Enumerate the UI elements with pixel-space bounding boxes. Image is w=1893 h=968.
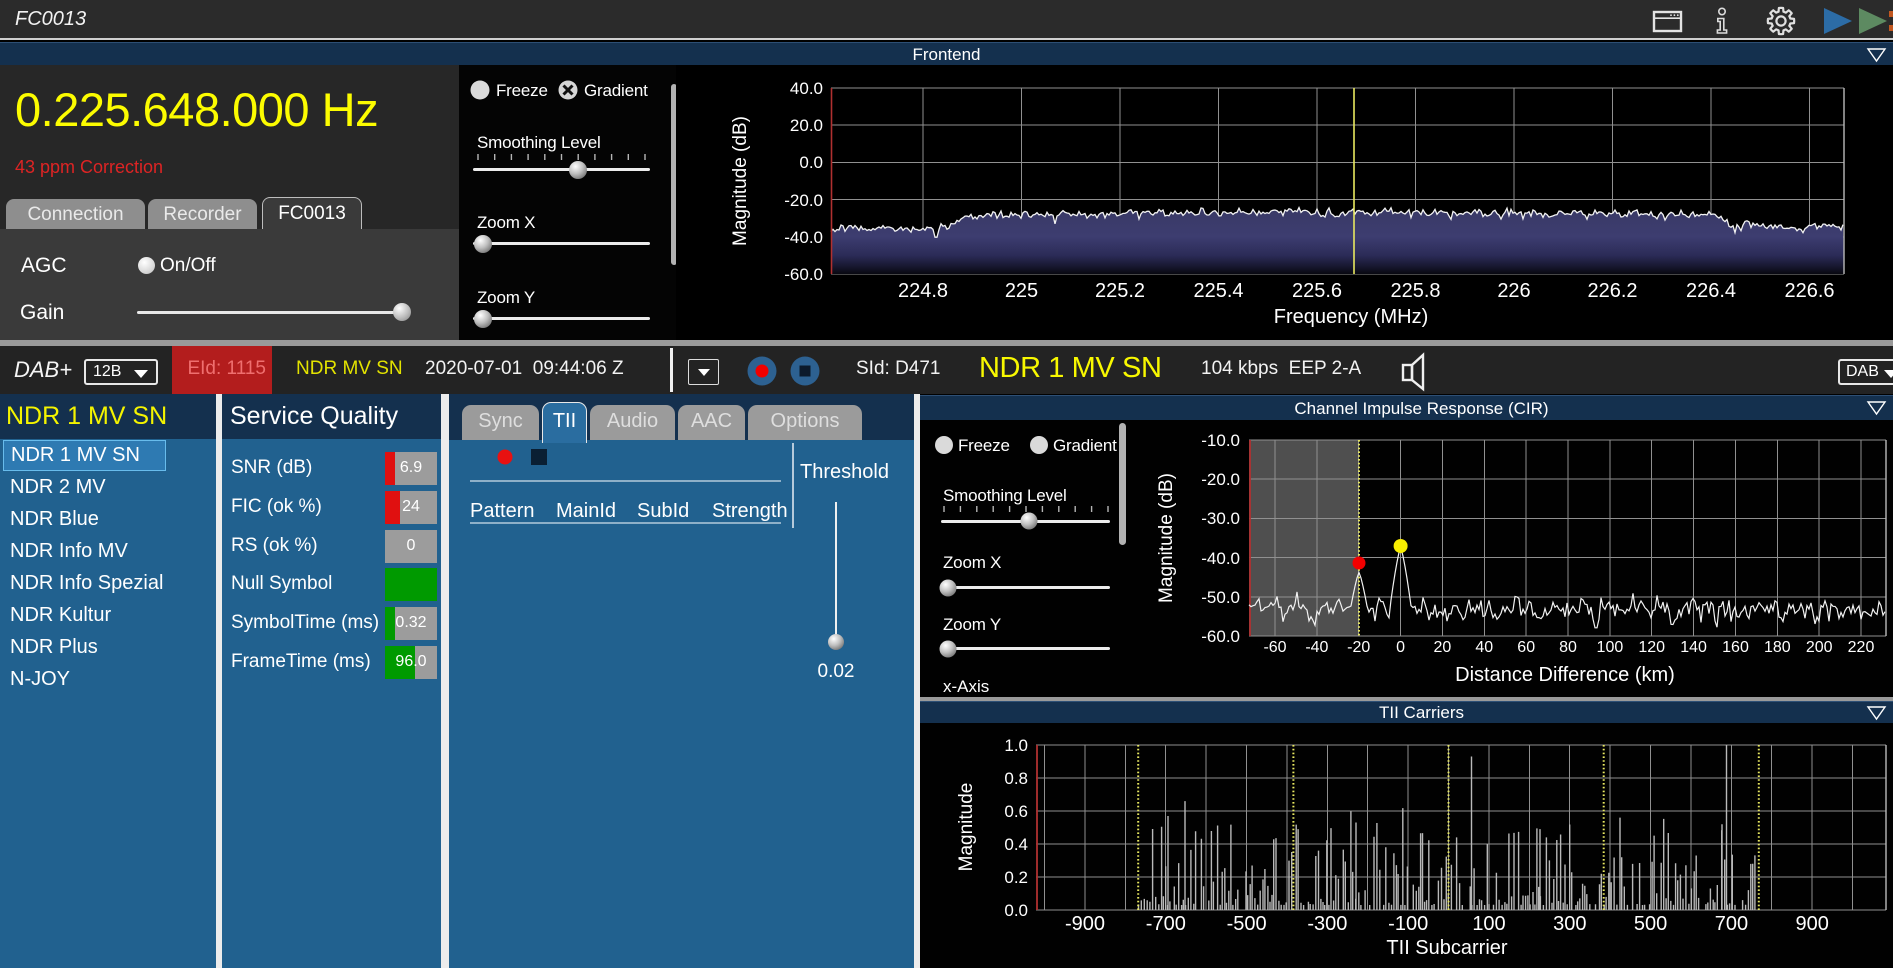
svg-text:900: 900 (1796, 913, 1829, 935)
svg-text:Frequency (MHz): Frequency (MHz) (1274, 306, 1428, 328)
svg-text:0.6: 0.6 (1004, 802, 1028, 821)
svg-text:100: 100 (1597, 639, 1624, 656)
svg-text:0.2: 0.2 (1004, 868, 1028, 887)
svg-text:225.6: 225.6 (1292, 280, 1342, 302)
svg-text:-60: -60 (1263, 639, 1286, 656)
svg-text:40.0: 40.0 (790, 79, 823, 98)
svg-text:1.0: 1.0 (1004, 736, 1028, 755)
svg-text:225: 225 (1005, 280, 1038, 302)
svg-text:-40: -40 (1305, 639, 1328, 656)
svg-text:0.8: 0.8 (1004, 769, 1028, 788)
svg-text:-60.0: -60.0 (784, 265, 823, 284)
svg-text:-20.0: -20.0 (1201, 470, 1240, 489)
svg-text:Magnitude: Magnitude (956, 783, 977, 872)
svg-text:180: 180 (1764, 639, 1791, 656)
svg-text:-500: -500 (1227, 913, 1267, 935)
svg-text:-700: -700 (1146, 913, 1186, 935)
svg-text:225.4: 225.4 (1193, 280, 1243, 302)
svg-text:-30.0: -30.0 (1201, 509, 1240, 528)
svg-text:-300: -300 (1307, 913, 1347, 935)
svg-text:0.4: 0.4 (1004, 835, 1028, 854)
svg-text:Smoothing Level: Smoothing Level (477, 133, 601, 152)
svg-text:225.2: 225.2 (1095, 280, 1145, 302)
svg-text:SubId: SubId (637, 500, 689, 522)
svg-text:-40.0: -40.0 (1201, 549, 1240, 568)
svg-text:Gradient: Gradient (584, 81, 648, 100)
svg-text:-100: -100 (1388, 913, 1428, 935)
svg-text:120: 120 (1638, 639, 1665, 656)
svg-text:100: 100 (1472, 913, 1505, 935)
svg-text:60: 60 (1517, 639, 1535, 656)
svg-text:80: 80 (1559, 639, 1577, 656)
svg-text:700: 700 (1715, 913, 1748, 935)
svg-text:300: 300 (1553, 913, 1586, 935)
svg-text:TII Subcarrier: TII Subcarrier (1386, 937, 1507, 959)
svg-text:225.8: 225.8 (1390, 280, 1440, 302)
svg-text:160: 160 (1722, 639, 1749, 656)
svg-text:-900: -900 (1065, 913, 1105, 935)
svg-text:Magnitude (dB): Magnitude (dB) (730, 116, 751, 246)
svg-text:Threshold: Threshold (800, 461, 889, 483)
svg-text:Zoom Y: Zoom Y (477, 288, 535, 307)
svg-text:226.4: 226.4 (1686, 280, 1736, 302)
svg-text:-60.0: -60.0 (1201, 627, 1240, 646)
svg-text:-50.0: -50.0 (1201, 588, 1240, 607)
svg-text:0: 0 (1396, 639, 1405, 656)
svg-text:MainId: MainId (556, 500, 616, 522)
svg-text:-10.0: -10.0 (1201, 431, 1240, 450)
svg-text:0.0: 0.0 (1004, 901, 1028, 920)
svg-text:20: 20 (1434, 639, 1452, 656)
svg-text:40: 40 (1475, 639, 1493, 656)
svg-text:-40.0: -40.0 (784, 228, 823, 247)
svg-text:Distance Difference (km): Distance Difference (km) (1455, 664, 1675, 686)
svg-text:226: 226 (1497, 280, 1530, 302)
svg-text:0.0: 0.0 (799, 153, 823, 172)
svg-text:Strength: Strength (712, 500, 788, 522)
svg-text:500: 500 (1634, 913, 1667, 935)
svg-text:220: 220 (1848, 639, 1875, 656)
svg-text:0.02: 0.02 (818, 661, 855, 682)
svg-text:Pattern: Pattern (470, 500, 534, 522)
svg-text:Magnitude (dB): Magnitude (dB) (1156, 473, 1177, 603)
svg-text:140: 140 (1680, 639, 1707, 656)
svg-text:20.0: 20.0 (790, 116, 823, 135)
svg-text:226.6: 226.6 (1784, 280, 1834, 302)
svg-text:Zoom X: Zoom X (477, 213, 535, 232)
svg-text:-20: -20 (1347, 639, 1370, 656)
svg-text:200: 200 (1806, 639, 1833, 656)
svg-text:226.2: 226.2 (1587, 280, 1637, 302)
svg-text:-20.0: -20.0 (784, 191, 823, 210)
svg-text:224.8: 224.8 (898, 280, 948, 302)
svg-text:Freeze: Freeze (496, 81, 548, 100)
